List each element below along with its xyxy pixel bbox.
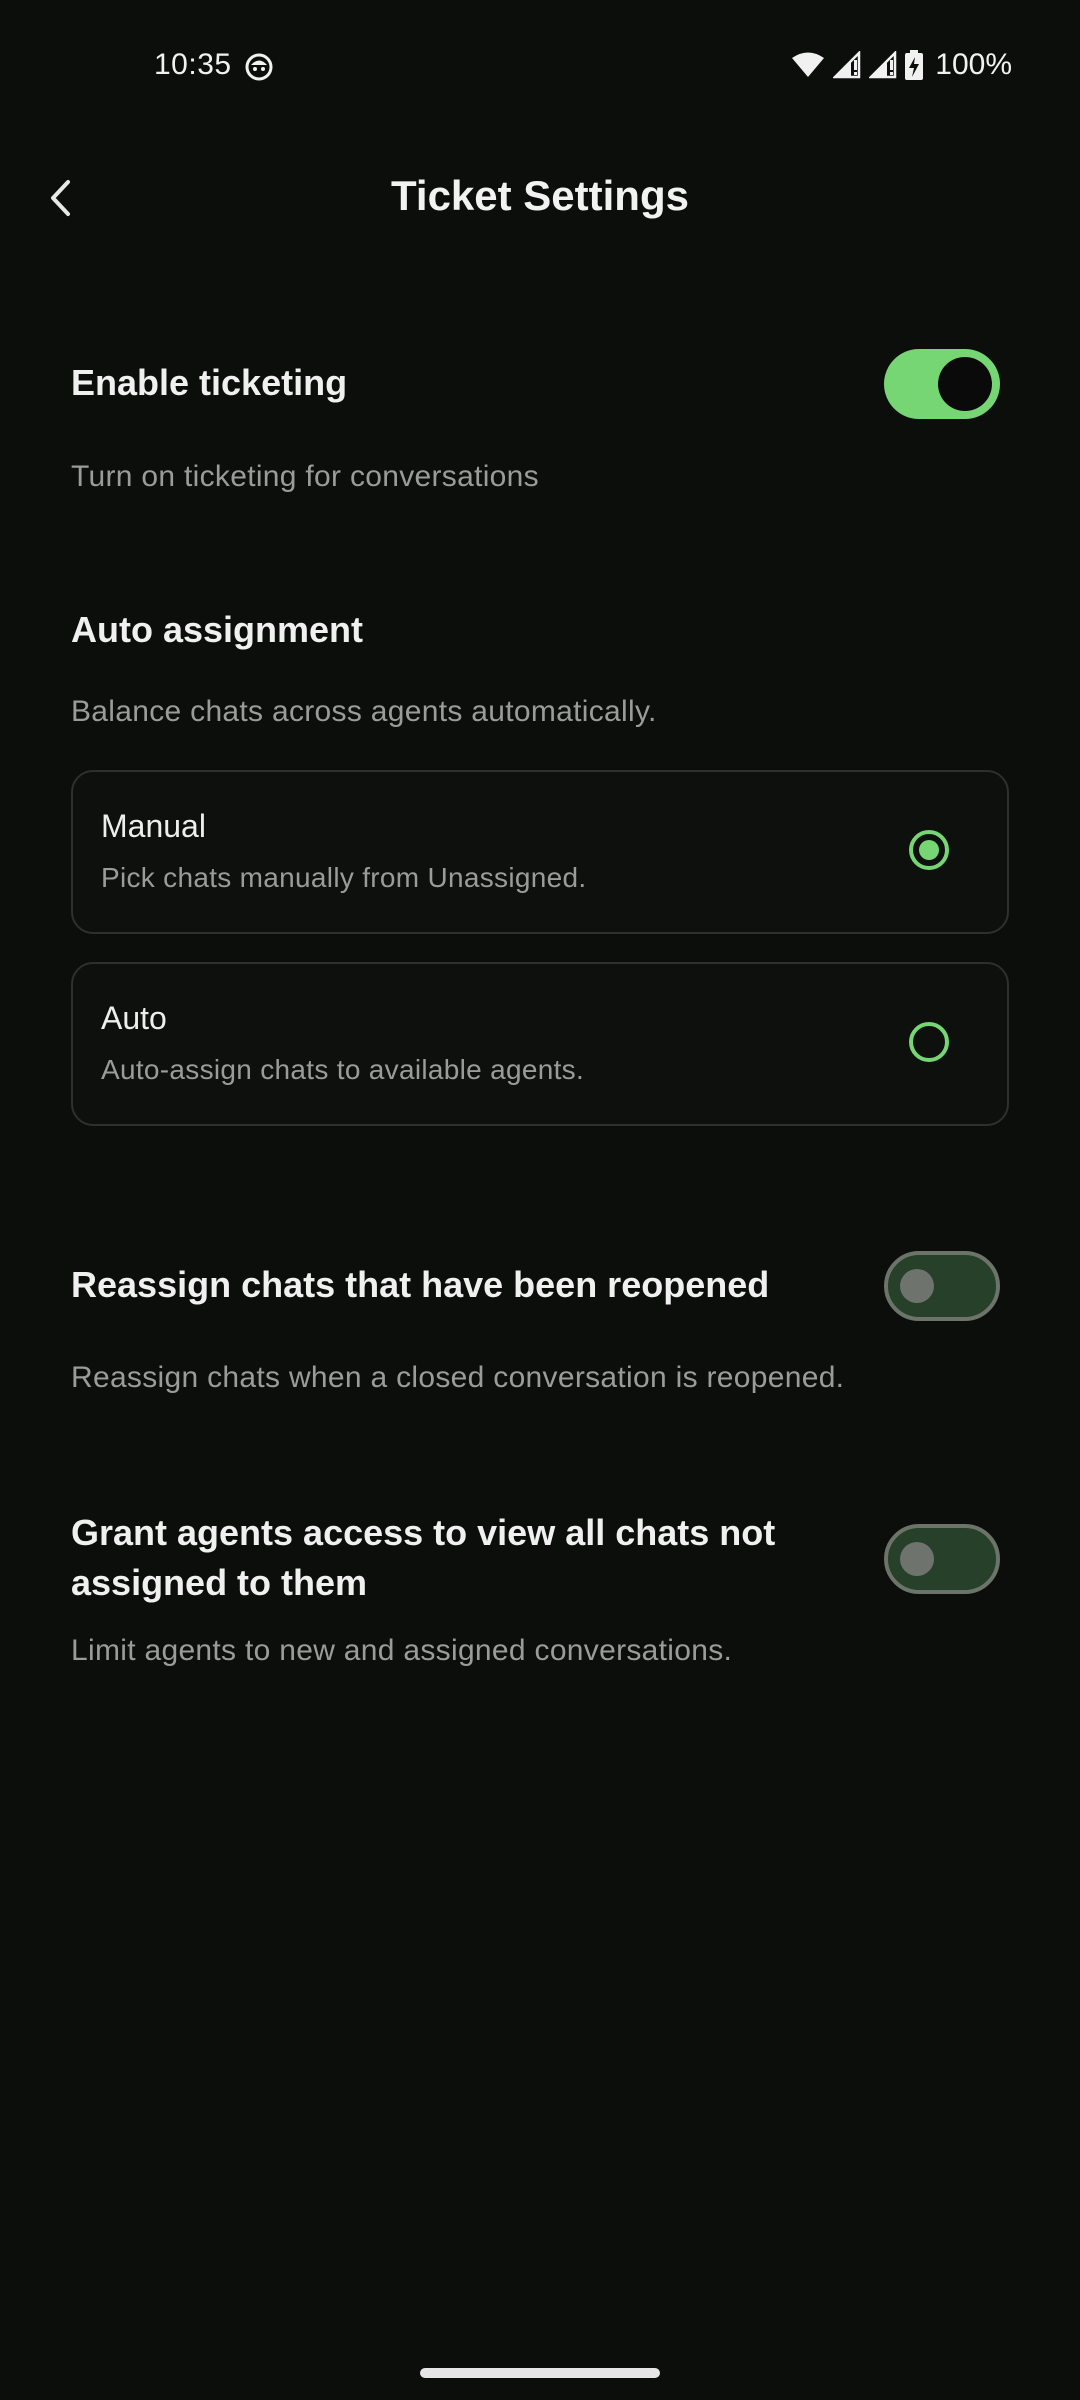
enable-ticketing-description: Turn on ticketing for conversations xyxy=(71,460,539,493)
grant-access-description: Limit agents to new and assigned convers… xyxy=(71,1634,733,1667)
grant-access-title: Grant agents access to view all chats no… xyxy=(71,1508,775,1608)
reassign-description: Reassign chats when a closed conversatio… xyxy=(71,1361,845,1394)
signal-icon xyxy=(833,51,861,79)
wifi-icon xyxy=(792,52,825,77)
grant-access-toggle[interactable] xyxy=(884,1524,1000,1594)
ticket-settings-screen: 10:35 100% Ticket Settings Enable ticket… xyxy=(0,0,1080,2400)
home-indicator[interactable] xyxy=(420,2368,660,2378)
option-manual[interactable]: Manual Pick chats manually from Unassign… xyxy=(71,770,1009,934)
option-auto-description: Auto-assign chats to available agents. xyxy=(101,1054,585,1085)
status-icons: 100% xyxy=(791,48,1012,82)
toggle-knob xyxy=(938,357,992,411)
status-bar: 10:35 100% xyxy=(0,0,1080,136)
radio-auto-unselected[interactable] xyxy=(909,1022,949,1062)
option-auto[interactable]: Auto Auto-assign chats to available agen… xyxy=(71,962,1009,1126)
status-time: 10:35 xyxy=(154,48,232,81)
reassign-toggle[interactable] xyxy=(884,1251,1000,1321)
grant-access-title-line2: assigned to them xyxy=(71,1562,368,1603)
battery-percent: 100% xyxy=(935,48,1012,81)
radio-manual-selected[interactable] xyxy=(909,830,949,870)
reassign-title: Reassign chats that have been reopened xyxy=(71,1264,770,1305)
page-title: Ticket Settings xyxy=(391,172,689,219)
auto-assignment-title: Auto assignment xyxy=(71,609,364,650)
enable-ticketing-title: Enable ticketing xyxy=(71,362,348,403)
auto-assignment-description: Balance chats across agents automaticall… xyxy=(71,695,657,728)
toggle-knob xyxy=(900,1542,934,1576)
enable-ticketing-toggle[interactable] xyxy=(884,349,1000,419)
toggle-knob xyxy=(900,1269,934,1303)
battery-charging-icon xyxy=(905,50,924,80)
radio-dot xyxy=(919,840,939,860)
grant-access-title-line1: Grant agents access to view all chats no… xyxy=(71,1512,776,1553)
face-emoji-icon xyxy=(245,53,273,81)
signal-icon xyxy=(869,51,897,79)
option-manual-description: Pick chats manually from Unassigned. xyxy=(101,862,587,893)
option-manual-title: Manual xyxy=(101,808,206,844)
option-auto-title: Auto xyxy=(101,1000,167,1036)
